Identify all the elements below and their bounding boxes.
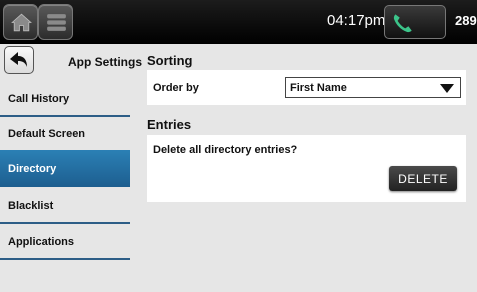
dropdown-triangle-icon bbox=[440, 84, 454, 93]
sidebar-item-label: Applications bbox=[8, 235, 75, 248]
sidebar-item-label: Blacklist bbox=[8, 199, 54, 212]
order-by-value: First Name bbox=[290, 82, 347, 94]
delete-button[interactable]: DELETE bbox=[389, 166, 457, 191]
sidebar-item-blacklist[interactable]: Blacklist bbox=[0, 187, 130, 224]
entries-panel: Delete all directory entries? DELETE bbox=[147, 135, 466, 202]
clock: 04:17pm bbox=[327, 12, 386, 29]
extension-number: 289 bbox=[455, 13, 477, 28]
home-icon bbox=[11, 13, 32, 32]
phone-icon bbox=[393, 14, 412, 33]
settings-title: App Settings bbox=[68, 55, 142, 69]
sidebar-item-label: Directory bbox=[8, 162, 57, 175]
sorting-panel: Order by First Name bbox=[147, 70, 466, 105]
order-by-label: Order by bbox=[153, 82, 199, 94]
sorting-heading: Sorting bbox=[147, 53, 193, 68]
back-button[interactable] bbox=[4, 46, 34, 74]
status-bar: 04:17pm 289 bbox=[0, 0, 477, 44]
order-by-select[interactable]: First Name bbox=[285, 77, 461, 98]
sidebar-item-call-history[interactable]: Call History bbox=[0, 80, 130, 117]
back-arrow-icon bbox=[10, 52, 27, 67]
divider bbox=[0, 258, 130, 260]
menu-icon bbox=[47, 14, 66, 31]
entries-heading: Entries bbox=[147, 117, 192, 132]
delete-prompt: Delete all directory entries? bbox=[153, 144, 298, 156]
sidebar-item-directory[interactable]: Directory bbox=[0, 150, 130, 187]
sidebar-item-default-screen[interactable]: Default Screen bbox=[0, 115, 130, 152]
sidebar-item-label: Default Screen bbox=[8, 127, 86, 140]
menu-button[interactable] bbox=[38, 4, 73, 40]
home-button[interactable] bbox=[3, 4, 38, 40]
sidebar-item-label: Call History bbox=[8, 92, 70, 105]
call-status-button[interactable] bbox=[384, 5, 446, 39]
sidebar-item-applications[interactable]: Applications bbox=[0, 223, 130, 260]
